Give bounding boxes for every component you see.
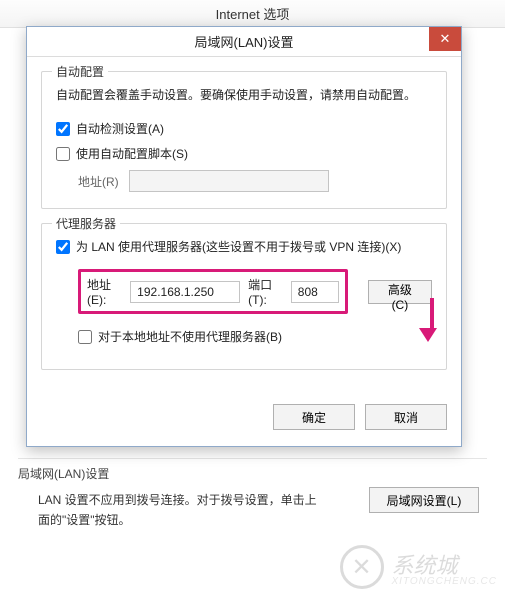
parent-titlebar: Internet 选项: [0, 0, 505, 28]
proxy-bypass-checkbox[interactable]: [78, 330, 92, 344]
watermark-text: 系统城: [392, 553, 458, 578]
auto-script-addr-label: 地址(R): [78, 173, 119, 190]
auto-detect-row: 自动检测设置(A): [56, 120, 432, 137]
proxy-addr-input[interactable]: [130, 281, 240, 303]
ok-button[interactable]: 确定: [273, 404, 355, 430]
proxy-addr-label: 地址(E):: [87, 276, 122, 307]
proxy-port-label: 端口(T):: [248, 276, 283, 307]
watermark-subtext: XITONGCHENG.CC: [392, 576, 498, 587]
dialog-body: 自动配置 自动配置会覆盖手动设置。要确保使用手动设置，请禁用自动配置。 自动检测…: [27, 57, 461, 390]
proxy-address-row: 地址(E): 端口(T): 高级(C): [78, 269, 432, 314]
auto-script-addr-input: [129, 170, 329, 192]
close-button[interactable]: ✕: [429, 27, 461, 51]
auto-script-row: 使用自动配置脚本(S): [56, 145, 432, 162]
auto-script-checkbox[interactable]: [56, 147, 70, 161]
proxy-legend: 代理服务器: [52, 215, 120, 232]
proxy-bypass-label: 对于本地地址不使用代理服务器(B): [98, 328, 282, 345]
proxy-port-input[interactable]: [291, 281, 339, 303]
watermark: ✕ 系统城 XITONGCHENG.CC: [340, 545, 498, 589]
proxy-bypass-row: 对于本地地址不使用代理服务器(B): [78, 328, 432, 345]
proxy-enable-checkbox[interactable]: [56, 240, 70, 254]
advanced-button[interactable]: 高级(C): [368, 280, 432, 304]
lan-settings-section: 局域网(LAN)设置 LAN 设置不应用到拨号连接。对于拨号设置，单击上面的"设…: [18, 458, 487, 531]
lan-section-desc: LAN 设置不应用到拨号连接。对于拨号设置，单击上面的"设置"按钮。: [18, 490, 318, 531]
auto-config-desc: 自动配置会覆盖手动设置。要确保使用手动设置，请禁用自动配置。: [56, 86, 432, 104]
cancel-button[interactable]: 取消: [365, 404, 447, 430]
proxy-enable-label: 为 LAN 使用代理服务器(这些设置不用于拨号或 VPN 连接)(X): [76, 238, 401, 255]
lan-section-label: 局域网(LAN)设置: [18, 465, 487, 482]
proxy-enable-row: 为 LAN 使用代理服务器(这些设置不用于拨号或 VPN 连接)(X): [56, 238, 432, 255]
close-icon: ✕: [440, 31, 451, 47]
auto-detect-checkbox[interactable]: [56, 122, 70, 136]
auto-detect-label: 自动检测设置(A): [76, 120, 164, 137]
auto-script-label: 使用自动配置脚本(S): [76, 145, 188, 162]
auto-config-legend: 自动配置: [52, 63, 108, 80]
auto-script-addr-row: 地址(R): [78, 170, 432, 192]
proxy-highlight-box: 地址(E): 端口(T):: [78, 269, 348, 314]
parent-title: Internet 选项: [216, 4, 290, 23]
proxy-group: 代理服务器 为 LAN 使用代理服务器(这些设置不用于拨号或 VPN 连接)(X…: [41, 223, 447, 370]
lan-settings-button[interactable]: 局域网设置(L): [369, 487, 479, 513]
auto-config-group: 自动配置 自动配置会覆盖手动设置。要确保使用手动设置，请禁用自动配置。 自动检测…: [41, 71, 447, 209]
lan-settings-dialog: 局域网(LAN)设置 ✕ 自动配置 自动配置会覆盖手动设置。要确保使用手动设置，…: [26, 26, 462, 447]
watermark-logo-icon: ✕: [340, 545, 384, 589]
dialog-title: 局域网(LAN)设置: [195, 32, 294, 51]
dialog-actions: 确定 取消: [27, 390, 461, 446]
dialog-titlebar[interactable]: 局域网(LAN)设置 ✕: [27, 27, 461, 57]
